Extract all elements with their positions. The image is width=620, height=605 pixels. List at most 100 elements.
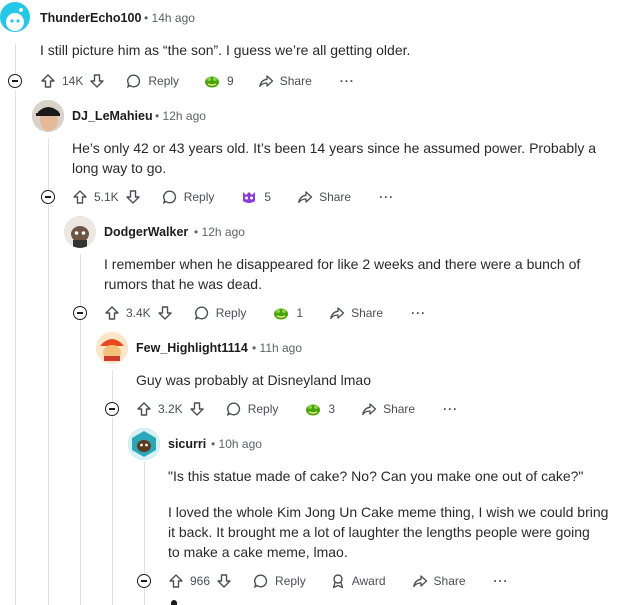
- comment-timestamp: • 11h ago: [252, 341, 303, 355]
- upvote-button[interactable]: 3.4K: [104, 305, 151, 321]
- share-icon: [330, 307, 345, 320]
- award-button[interactable]: 9: [203, 73, 234, 89]
- share-label: Share: [433, 574, 466, 588]
- comment-action-bar: 3.4K Reply 1 Share ···: [104, 301, 426, 325]
- comment-body: He’s only 42 or 43 years old. It’s been …: [72, 138, 596, 178]
- ellipsis-icon[interactable]: ···: [411, 306, 426, 320]
- upvote-button[interactable]: 966: [168, 573, 210, 589]
- collapse-thread-button[interactable]: [8, 74, 22, 88]
- comment-author[interactable]: DodgerWalker: [104, 225, 188, 239]
- reply-button[interactable]: Reply: [226, 401, 279, 417]
- downvote-icon[interactable]: [216, 573, 232, 589]
- share-button[interactable]: Share: [412, 573, 466, 589]
- upvote-button[interactable]: 14K: [40, 73, 83, 89]
- ellipsis-icon[interactable]: ···: [379, 190, 394, 204]
- share-button[interactable]: Share: [258, 73, 312, 89]
- upvote-button[interactable]: 3.2K: [136, 401, 183, 417]
- comment-timestamp: • 10h ago: [211, 437, 262, 451]
- ellipsis-icon[interactable]: ···: [443, 402, 458, 416]
- ellipsis-icon[interactable]: ···: [494, 574, 509, 588]
- comment-bubble-icon: [226, 402, 240, 417]
- thread-line[interactable]: [144, 588, 145, 605]
- award-icon: [274, 308, 289, 320]
- comment-author[interactable]: sicurri: [168, 437, 206, 451]
- share-label: Share: [279, 74, 312, 88]
- share-button[interactable]: Share: [297, 189, 351, 205]
- thread-line[interactable]: [80, 320, 81, 605]
- thread-line[interactable]: [112, 370, 113, 402]
- downvote-icon[interactable]: [89, 73, 105, 89]
- comment-text-line: "Is this statue made of cake? No? Can yo…: [168, 468, 584, 484]
- thread-line[interactable]: [144, 462, 145, 574]
- vote-score: 14K: [62, 74, 84, 88]
- comment-bubble-icon: [162, 190, 176, 205]
- upvote-button[interactable]: 5.1K: [72, 189, 119, 205]
- comment-text-line: it back. It brought me a lot of laughter…: [168, 524, 590, 540]
- collapse-thread-button[interactable]: [105, 402, 119, 416]
- thread-line[interactable]: [112, 417, 113, 605]
- vote-score: 3.2K: [158, 402, 183, 416]
- avatar[interactable]: [96, 332, 128, 364]
- comment-timestamp: • 14h ago: [144, 11, 195, 25]
- share-button[interactable]: Share: [329, 305, 383, 321]
- avatar[interactable]: [128, 428, 160, 460]
- comment-action-bar: 5.1K Reply 5 Share ···: [72, 185, 394, 209]
- thread-line[interactable]: [15, 44, 16, 75]
- collapse-thread-button[interactable]: [73, 306, 87, 320]
- avatar[interactable]: [64, 216, 96, 248]
- upvote-icon: [137, 402, 151, 416]
- share-icon: [412, 575, 427, 588]
- collapse-thread-button[interactable]: [41, 190, 55, 204]
- reply-button[interactable]: Reply: [194, 305, 246, 321]
- comment-author[interactable]: DJ_LeMahieu: [72, 109, 153, 123]
- avatar[interactable]: [0, 2, 30, 32]
- comment-author[interactable]: Few_Highlight1114: [136, 341, 248, 355]
- downvote-icon[interactable]: [157, 305, 173, 321]
- thread-line[interactable]: [48, 138, 49, 191]
- upvote-icon: [41, 74, 55, 88]
- award-ribbon-icon: [332, 574, 343, 589]
- comment-body: "Is this statue made of cake? No? Can yo…: [168, 466, 608, 562]
- comment-timestamp: • 12h ago: [155, 109, 206, 123]
- award-count: 1: [296, 306, 304, 320]
- comment-bubble-icon: [127, 74, 141, 89]
- reply-button[interactable]: Reply: [126, 73, 179, 89]
- thread-line[interactable]: [15, 90, 16, 605]
- share-label: Share: [351, 306, 384, 320]
- award-button[interactable]: 3: [304, 401, 335, 417]
- share-icon: [258, 75, 273, 88]
- comment-body: I still picture him as “the son”. I gues…: [40, 40, 410, 60]
- thread-line[interactable]: [48, 205, 49, 605]
- comment-timestamp: • 12h ago: [194, 225, 245, 239]
- award-label: Award: [351, 574, 386, 588]
- upvote-icon: [73, 190, 87, 204]
- comment-text-line: Guy was probably at Disneyland lmao: [136, 372, 372, 388]
- avatar[interactable]: [32, 100, 64, 132]
- downvote-icon[interactable]: [189, 401, 205, 417]
- comment-action-bar: 3.2K Reply 3 Share ···: [136, 397, 458, 421]
- award-button[interactable]: 1: [272, 305, 303, 321]
- comment-action-bar: 14K Reply 9 Share ···: [40, 69, 355, 93]
- next-comment-avatar-partial: [171, 600, 177, 605]
- award-icon: [306, 404, 321, 416]
- share-label: Share: [383, 402, 416, 416]
- comment-text-line: I still picture him as “the son”. I gues…: [40, 42, 411, 58]
- thread-line[interactable]: [80, 254, 81, 306]
- comment-text-line: I loved the whole Kim Jong Un Cake meme …: [168, 504, 609, 520]
- award-icon: [243, 192, 256, 203]
- award-button[interactable]: Award: [330, 573, 386, 589]
- share-icon: [298, 191, 313, 204]
- comment-author[interactable]: ThunderEcho100: [40, 11, 141, 25]
- reply-label: Reply: [247, 402, 279, 416]
- downvote-icon[interactable]: [125, 189, 141, 205]
- ellipsis-icon[interactable]: ···: [340, 74, 355, 88]
- comment-text-line: I remember when he disappeared for like …: [104, 256, 581, 272]
- reply-button[interactable]: Reply: [253, 573, 306, 589]
- reply-button[interactable]: Reply: [162, 189, 214, 205]
- collapse-thread-button[interactable]: [137, 574, 151, 588]
- award-button[interactable]: 5: [240, 189, 271, 205]
- reply-label: Reply: [148, 74, 180, 88]
- comment-text-line: long way to go.: [72, 160, 167, 176]
- share-button[interactable]: Share: [361, 401, 415, 417]
- award-count: 5: [264, 190, 272, 204]
